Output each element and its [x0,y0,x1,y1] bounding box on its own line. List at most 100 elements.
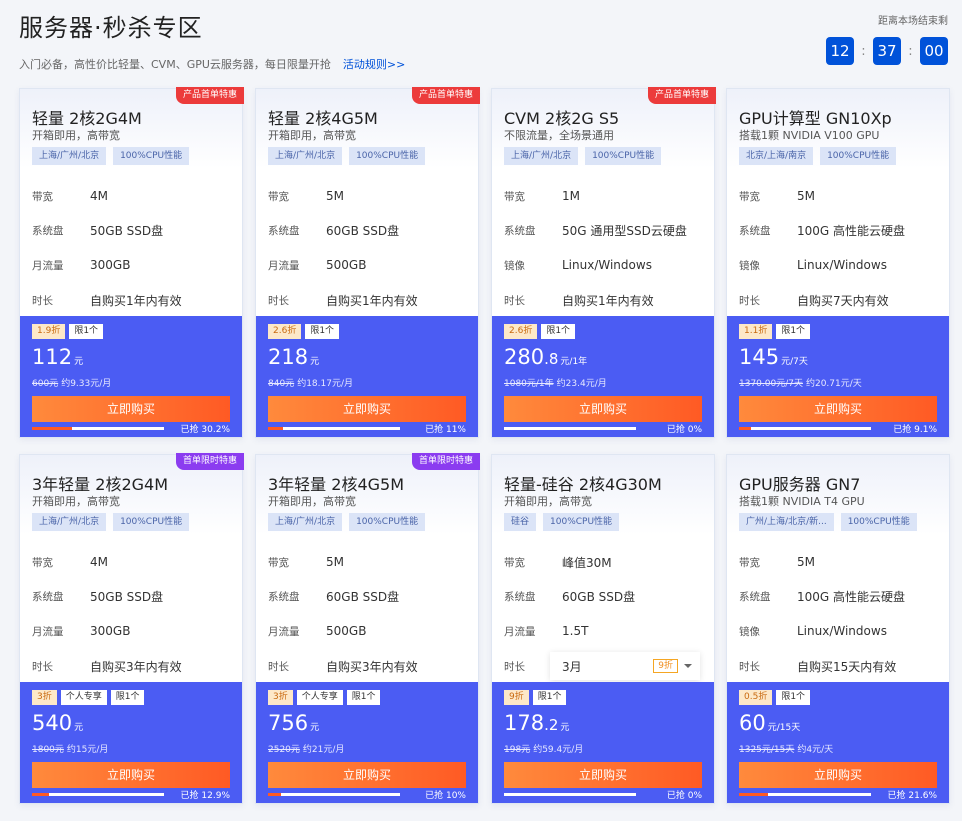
spec-key: 时长 [739,294,760,307]
spec-value: 自购买1年内有效 [326,293,418,308]
price-panel: 0.5折 限1个 60 元/15天 1325元/15天 约4元/天 立即购买 已抢 21.6% [727,682,949,803]
spec-row: 带宽 4M [32,545,232,580]
spec-value: 峰值30M [562,555,612,570]
limit-badge: 个人专享 [60,690,107,705]
price-unit: 元 [310,357,320,367]
price: 112 元 [32,345,83,369]
spec-row: 月流量 1.5T [504,614,704,649]
original-price-value: 600元 [32,379,59,389]
product-name: GPU计算型 GN10Xp [739,109,892,128]
sold-value: 11% [445,425,466,435]
price-panel: 2.6折 限1个 280.8 元/1年 1080元/1年 约23.4元/月 立即购买 已抢 0… [492,316,714,437]
price-integer: 280 [504,345,545,369]
region-tag: 100%CPU性能 [840,513,917,531]
promo-ribbon: 产品首单特惠 [411,87,480,104]
buy-now-button[interactable]: 立即购买 [32,396,230,422]
discount-badge: 1.9折 [32,324,66,339]
countdown-separator: : [908,43,913,59]
spec-key: 时长 [32,294,53,307]
spec-value: 自购买7天内有效 [797,293,889,308]
sold-label: 已抢 [666,791,685,801]
product-tags: 上海/广州/北京 100%CPU性能 [32,147,190,165]
price-unit: 元 [560,723,570,733]
price-panel: 1.9折 限1个 112 元 600元 约9.33元/月 立即购买 已抢 30.2% [20,316,242,437]
product-tags: 硅谷 100%CPU性能 [504,513,620,531]
sold-progress-bar [739,427,871,430]
monthly-price: 约4元/天 [797,745,834,755]
spec-row: 带宽 5M [739,545,939,580]
buy-now-button[interactable]: 立即购买 [32,762,230,788]
price-badges: 2.6折 限1个 [504,324,576,339]
original-price-value: 198元 [504,745,531,755]
spec-row: 系统盘 100G 高性能云硬盘 [739,580,939,615]
duration-discount-badge: 9折 [653,659,678,674]
price-panel: 1.1折 限1个 145 元/7天 1370.00元/7天 约20.71元/天 立即购买 已抢… [727,316,949,437]
spec-row: 系统盘 60GB SSD盘 [268,214,468,249]
limit-badge: 限1个 [541,324,576,339]
spec-row: 时长 自购买3年内有效 [268,649,468,684]
original-price: 1325元/15天 约4元/天 [739,742,833,755]
buy-now-button[interactable]: 立即购买 [504,396,702,422]
sold-progress-bar [32,427,164,430]
buy-now-button[interactable]: 立即购买 [739,762,937,788]
spec-key: 带宽 [504,556,525,569]
sold-percent: 已抢 0% [667,788,702,801]
card-info: 首单限时特惠 3年轻量 2核4G5M 开箱即用，高带宽 上海/广州/北京 100%CPU… [256,453,480,684]
discount-badge: 3折 [268,690,293,705]
sold-label: 已抢 [425,791,444,801]
original-price-value: 1800元 [32,745,64,755]
price: 756 元 [268,711,319,735]
product-name: 轻量-硅谷 2核4G30M [504,475,662,494]
limit-badge: 限1个 [110,690,145,705]
product-name: CVM 2核2G S5 [504,109,620,128]
buy-now-button[interactable]: 立即购买 [504,762,702,788]
page-title: 服务器·秒杀专区 [19,14,203,42]
spec-row: 系统盘 50GB SSD盘 [32,580,232,615]
monthly-price: 约23.4元/月 [556,379,607,389]
card-info: 产品首单特惠 CVM 2核2G S5 不限流量，全场景通用 上海/广州/北京 100%C… [492,87,716,316]
spec-value: 5M [797,555,815,570]
spec-value: 自购买1年内有效 [562,293,654,308]
price-integer: 218 [268,345,309,369]
spec-key: 月流量 [32,625,64,638]
product-tags: 上海/广州/北京 100%CPU性能 [268,147,426,165]
spec-key: 系统盘 [739,591,771,604]
sold-percent: 已抢 30.2% [181,422,230,435]
region-tag: 100%CPU性能 [113,147,190,165]
sold-progress-bar [268,793,400,796]
buy-now-button[interactable]: 立即购买 [268,762,466,788]
sold-percent: 已抢 10% [425,788,466,801]
product-tags: 上海/广州/北京 100%CPU性能 [268,513,426,531]
monthly-price: 约20.71元/天 [805,379,862,389]
spec-list: 带宽 4M 系统盘 50GB SSD盘 月流量 300GB 时长 自购买3年内有效 [32,545,232,683]
limit-badge: 限1个 [346,690,381,705]
spec-key: 带宽 [739,556,760,569]
spec-key: 系统盘 [32,591,64,604]
spec-row: 月流量 500GB [268,248,468,283]
monthly-price: 约15元/月 [66,745,109,755]
spec-key: 带宽 [268,556,289,569]
product-name: 3年轻量 2核2G4M [32,475,169,494]
region-tag: 广州/上海/北京/新... [739,513,834,531]
price-integer: 60 [739,711,766,735]
spec-value: 1.5T [562,624,589,639]
buy-now-button[interactable]: 立即购买 [739,396,937,422]
spec-key: 镜像 [739,625,760,638]
spec-value: 60GB SSD盘 [562,590,636,605]
buy-now-button[interactable]: 立即购买 [268,396,466,422]
region-tag: 100%CPU性能 [349,147,426,165]
duration-select[interactable]: 3月 9折 [550,652,700,681]
activity-rules-link[interactable]: 活动规则>> [343,58,405,71]
spec-list: 带宽 峰值30M 系统盘 60GB SSD盘 月流量 1.5T 时长 3月 9折 [504,545,704,683]
monthly-price: 约18.17元/月 [297,379,353,389]
spec-row: 系统盘 60GB SSD盘 [504,580,704,615]
original-price: 2520元 约21元/月 [268,742,344,755]
countdown-minutes: 37 [873,37,901,65]
price-decimal: .2 [544,716,559,734]
product-card: 产品首单特惠 轻量 2核4G5M 开箱即用，高带宽 上海/广州/北京 100%CPU性能… [255,87,480,438]
card-info: 产品首单特惠 轻量 2核2G4M 开箱即用，高带宽 上海/广州/北京 100%CPU性能… [20,87,244,316]
spec-row: 时长 自购买15天内有效 [739,649,939,684]
spec-key: 时长 [32,660,53,673]
sold-percent: 已抢 11% [425,422,466,435]
price-badges: 0.5折 限1个 [739,690,811,705]
